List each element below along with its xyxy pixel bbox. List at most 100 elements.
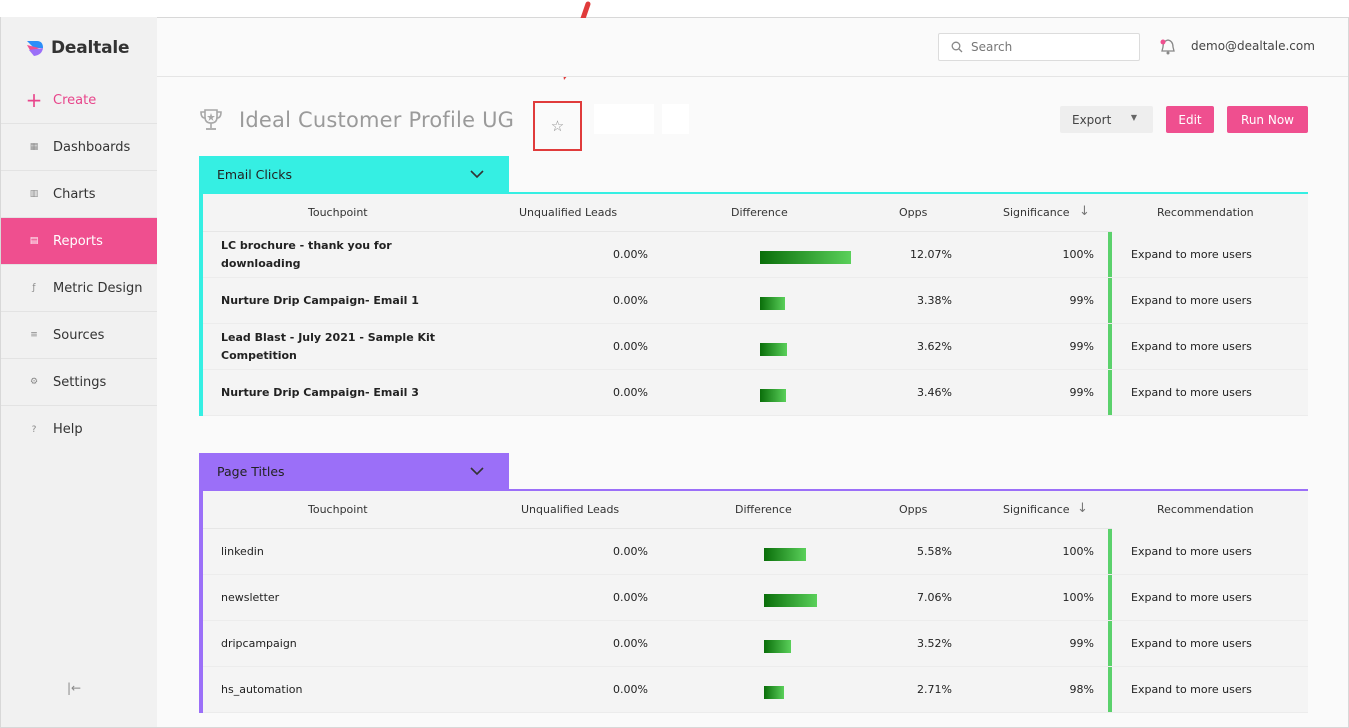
top-bar: demo@dealtale.com [157, 18, 1348, 77]
recommendation-marker [1108, 278, 1112, 323]
sidebar-item-dashboards[interactable]: ▦ Dashboards [1, 124, 157, 171]
gear-icon: ⚙ [29, 377, 39, 387]
recommendation-cell: Expand to more users [1131, 248, 1252, 261]
opps-cell: 3.62% [917, 340, 952, 353]
export-dropdown[interactable]: Export ▼ [1060, 106, 1153, 133]
sidebar-item-reports[interactable]: ▤ Reports [1, 218, 157, 265]
col-unqualified-leads[interactable]: Unqualified Leads [519, 206, 617, 219]
results-table: Touchpoint Unqualified Leads Difference … [199, 194, 1308, 416]
unqualified-leads-cell: 0.00% [613, 637, 648, 650]
question-icon: ? [31, 424, 37, 435]
table-row[interactable]: hs_automation 0.00% 2.71% 98% Expand to more… [203, 667, 1308, 713]
sidebar-item-settings[interactable]: ⚙ Settings [1, 359, 157, 406]
section-email-clicks: Email Clicks Touchpoint Unqualified Lead… [199, 156, 1308, 416]
recommendation-marker [1108, 324, 1112, 369]
touchpoint-cell: hs_automation [221, 682, 303, 696]
unqualified-leads-cell: 0.00% [613, 340, 648, 353]
col-unqualified-leads[interactable]: Unqualified Leads [521, 503, 619, 516]
unqualified-leads-cell: 0.00% [613, 545, 648, 558]
results-table: Touchpoint Unqualified Leads Difference … [199, 491, 1308, 713]
opps-cell: 5.58% [917, 545, 952, 558]
table-row[interactable]: newsletter 0.00% 7.06% 100% Expand to more u… [203, 575, 1308, 621]
table-row[interactable]: LC brochure - thank you for downloading 0… [203, 232, 1308, 278]
edit-button[interactable]: Edit [1166, 106, 1214, 133]
favorite-star-button[interactable]: ☆ [533, 101, 582, 151]
recommendation-cell: Expand to more users [1131, 386, 1252, 399]
col-touchpoint[interactable]: Touchpoint [308, 503, 368, 516]
blank-field [594, 104, 654, 134]
document-icon: ▤ [29, 236, 39, 246]
col-touchpoint[interactable]: Touchpoint [308, 206, 368, 219]
table-row[interactable]: Nurture Drip Campaign- Email 3 0.00% 3.46%… [203, 370, 1308, 416]
bell-icon[interactable] [1159, 38, 1177, 56]
star-icon: ☆ [550, 117, 565, 135]
col-difference[interactable]: Difference [735, 503, 792, 516]
blank-field [662, 104, 689, 134]
sidebar-item-metric-design[interactable]: ƒ Metric Design [1, 265, 157, 312]
search-box[interactable] [938, 33, 1140, 61]
table-row[interactable]: Lead Blast - July 2021 - Sample Kit Comp… [203, 324, 1308, 370]
sidebar-item-label: Settings [53, 374, 107, 390]
sidebar-item-label: Charts [53, 186, 96, 202]
recommendation-cell: Expand to more users [1131, 340, 1252, 353]
opps-cell: 3.38% [917, 294, 952, 307]
table-header: Touchpoint Unqualified Leads Difference … [203, 194, 1308, 232]
database-icon: ≡ [30, 330, 38, 340]
chevron-down-icon [470, 170, 484, 179]
run-now-button[interactable]: Run Now [1227, 106, 1308, 133]
recommendation-marker [1108, 667, 1112, 712]
sidebar-item-create[interactable]: + Create [1, 77, 157, 124]
sidebar-item-sources[interactable]: ≡ Sources [1, 312, 157, 359]
sidebar-item-label: Metric Design [53, 280, 143, 296]
significance-cell: 99% [1069, 294, 1094, 307]
sidebar-item-label: Create [53, 92, 97, 108]
app-logo[interactable]: Dealtale [25, 37, 129, 59]
difference-bar [760, 251, 851, 264]
user-email[interactable]: demo@dealtale.com [1191, 39, 1315, 53]
col-opps[interactable]: Opps [899, 206, 927, 219]
table-body: linkedin 0.00% 5.58% 100% Expand to more use… [203, 529, 1308, 713]
sort-down-icon[interactable]: ↓ [1079, 204, 1090, 219]
sidebar-item-label: Dashboards [53, 139, 131, 155]
recommendation-marker [1108, 370, 1112, 415]
touchpoint-cell: dripcampaign [221, 636, 297, 650]
significance-cell: 99% [1069, 386, 1094, 399]
col-opps[interactable]: Opps [899, 503, 927, 516]
sidebar-item-help[interactable]: ? Help [1, 406, 157, 453]
table-row[interactable]: Nurture Drip Campaign- Email 1 0.00% 3.38%… [203, 278, 1308, 324]
section-header[interactable]: Page Titles [199, 453, 509, 489]
opps-cell: 3.46% [917, 386, 952, 399]
significance-cell: 99% [1069, 340, 1094, 353]
recommendation-cell: Expand to more users [1131, 545, 1252, 558]
opps-cell: 7.06% [917, 591, 952, 604]
sort-down-icon[interactable]: ↓ [1077, 501, 1088, 516]
section-header[interactable]: Email Clicks [199, 156, 509, 192]
recommendation-cell: Expand to more users [1131, 591, 1252, 604]
sidebar-item-label: Sources [53, 327, 105, 343]
unqualified-leads-cell: 0.00% [613, 386, 648, 399]
col-recommendation[interactable]: Recommendation [1157, 503, 1254, 516]
table-body: LC brochure - thank you for downloading 0… [203, 232, 1308, 416]
trophy-icon [200, 109, 222, 130]
col-recommendation[interactable]: Recommendation [1157, 206, 1254, 219]
function-icon: ƒ [32, 283, 36, 293]
col-difference[interactable]: Difference [731, 206, 788, 219]
table-row[interactable]: linkedin 0.00% 5.58% 100% Expand to more use… [203, 529, 1308, 575]
search-input[interactable] [971, 40, 1131, 54]
col-significance[interactable]: Significance [1003, 206, 1070, 219]
sidebar-item-charts[interactable]: ▥ Charts [1, 171, 157, 218]
significance-cell: 98% [1069, 683, 1094, 696]
touchpoint-cell: LC brochure - thank you for downloading [221, 238, 392, 270]
unqualified-leads-cell: 0.00% [613, 683, 648, 696]
unqualified-leads-cell: 0.00% [613, 591, 648, 604]
app-name: Dealtale [51, 38, 130, 58]
touchpoint-cell: Lead Blast - July 2021 - Sample Kit Comp… [221, 330, 436, 362]
col-significance[interactable]: Significance [1003, 503, 1070, 516]
table-row[interactable]: dripcampaign 0.00% 3.52% 99% Expand to more … [203, 621, 1308, 667]
recommendation-marker [1108, 621, 1112, 666]
plus-icon: + [25, 88, 43, 112]
collapse-sidebar-icon[interactable]: |← [67, 681, 81, 695]
touchpoint-cell: newsletter [221, 590, 280, 604]
difference-bar [760, 297, 785, 310]
page-title: Ideal Customer Profile UG [239, 108, 515, 132]
